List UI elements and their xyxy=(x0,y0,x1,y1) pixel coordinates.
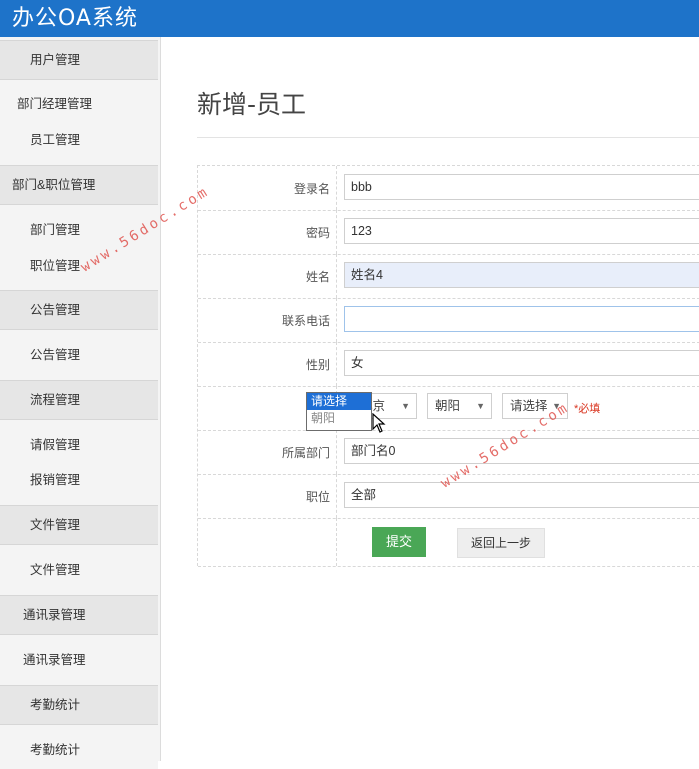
sidebar-category-contacts[interactable]: 通讯录管理 xyxy=(0,595,158,635)
back-button[interactable]: 返回上一步 xyxy=(457,528,545,558)
sidebar-item-leave[interactable]: 请假管理 xyxy=(0,426,158,464)
form-row-password: 密码 123 xyxy=(198,210,699,255)
title-divider xyxy=(197,137,699,138)
login-input[interactable]: bbb xyxy=(344,174,699,200)
position-label: 职位 xyxy=(305,490,330,504)
label-cell xyxy=(198,518,337,566)
sidebar-item-file[interactable]: 文件管理 xyxy=(0,551,158,589)
form-row-gender: 性别 女 xyxy=(198,342,699,387)
top-bar: 办公OA系统 xyxy=(0,0,699,37)
login-label: 登录名 xyxy=(293,182,330,196)
form-row-name: 姓名 姓名4 xyxy=(198,254,699,299)
password-input[interactable]: 123 xyxy=(344,218,699,244)
department-label: 所属部门 xyxy=(281,446,330,460)
form-row-phone: 联系电话 xyxy=(198,298,699,343)
submit-button[interactable]: 提交 xyxy=(372,527,426,557)
page-title: 新增-员工 xyxy=(197,90,307,119)
sidebar-item-employee[interactable]: 员工管理 xyxy=(0,121,158,159)
sidebar-item-position[interactable]: 职位管理 xyxy=(0,247,158,285)
sidebar-item-reimburse[interactable]: 报销管理 xyxy=(0,461,158,499)
district-value: 请选择 xyxy=(510,399,548,413)
position-select[interactable]: 全部 xyxy=(344,482,699,508)
sidebar-item-contacts[interactable]: 通讯录管理 xyxy=(0,641,158,679)
chevron-down-icon: ▼ xyxy=(476,401,485,411)
sidebar-category-process[interactable]: 流程管理 xyxy=(0,380,158,420)
sidebar-item-attendance[interactable]: 考勤统计 xyxy=(0,731,158,769)
district-dropdown-list: 请选择 朝阳 xyxy=(306,392,372,431)
sidebar-item-dept-manager[interactable]: 部门经理管理 xyxy=(0,85,158,123)
label-cell: 性别 xyxy=(198,342,337,386)
password-label: 密码 xyxy=(305,226,330,240)
sidebar-category-user[interactable]: 用户管理 xyxy=(0,40,158,80)
sidebar-category-dept-position[interactable]: 部门&职位管理 xyxy=(0,165,158,205)
city-value: 朝阳 xyxy=(435,399,461,413)
form-row-login: 登录名 bbb xyxy=(198,166,699,211)
sidebar-category-notice[interactable]: 公告管理 xyxy=(0,290,158,330)
name-input[interactable]: 姓名4 xyxy=(344,262,699,288)
sidebar-category-file[interactable]: 文件管理 xyxy=(0,505,158,545)
chevron-down-icon: ▼ xyxy=(401,401,410,411)
sidebar-item-notice[interactable]: 公告管理 xyxy=(0,336,158,374)
label-cell: 登录名 xyxy=(198,166,337,210)
app-title: 办公OA系统 xyxy=(12,6,138,31)
gender-label: 性别 xyxy=(305,358,330,372)
employee-form: 登录名 bbb 密码 123 姓名 姓名4 联系电话 性别 女 籍贯 北京 ▼ xyxy=(197,165,699,567)
phone-input[interactable] xyxy=(344,306,699,332)
main-content: 新增-员工 登录名 bbb 密码 123 姓名 姓名4 联系电话 性别 女 籍贯 xyxy=(161,37,699,761)
sidebar: 用户管理 部门经理管理 员工管理 部门&职位管理 部门管理 职位管理 公告管理 … xyxy=(0,37,161,769)
name-label: 姓名 xyxy=(305,270,330,284)
form-row-actions xyxy=(198,518,699,567)
label-cell: 职位 xyxy=(198,474,337,518)
label-cell: 联系电话 xyxy=(198,298,337,342)
label-cell: 姓名 xyxy=(198,254,337,298)
required-note: *必填 xyxy=(574,403,601,415)
form-row-origin: 籍贯 北京 ▼ 朝阳 ▼ 请选择 ▼ *必填 xyxy=(198,386,699,431)
phone-label: 联系电话 xyxy=(281,314,330,328)
label-cell: 密码 xyxy=(198,210,337,254)
sidebar-category-attendance[interactable]: 考勤统计 xyxy=(0,685,158,725)
dropdown-option-chaoyang[interactable]: 朝阳 xyxy=(307,410,371,427)
label-cell: 所属部门 xyxy=(198,430,337,474)
city-select[interactable]: 朝阳 ▼ xyxy=(427,393,492,419)
dropdown-option-please-select[interactable]: 请选择 xyxy=(307,393,371,410)
mouse-pointer-icon xyxy=(372,413,386,433)
gender-select[interactable]: 女 xyxy=(344,350,699,376)
form-row-department: 所属部门 部门名0 xyxy=(198,430,699,475)
